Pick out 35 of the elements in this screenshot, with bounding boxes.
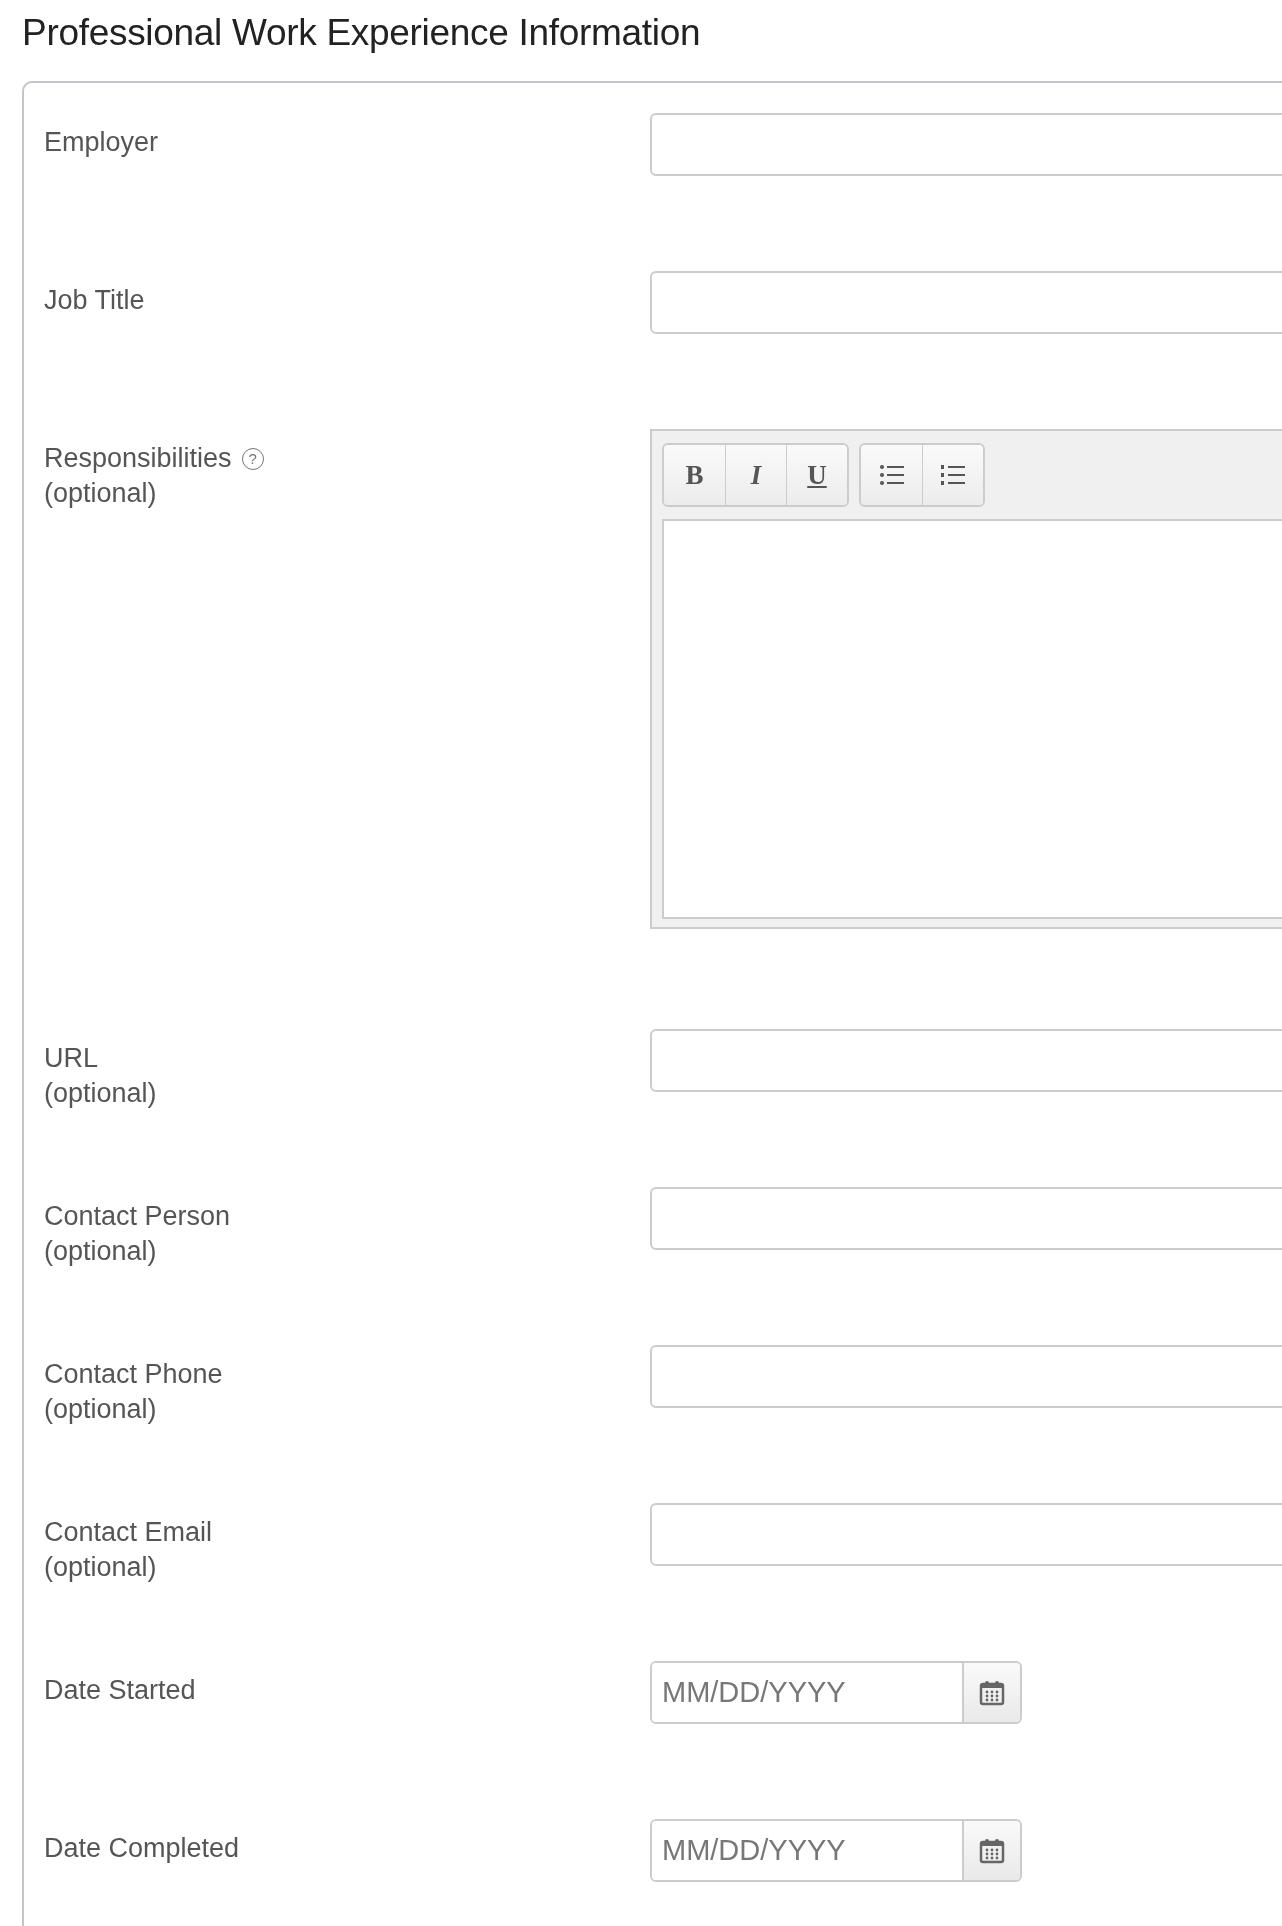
numbered-list-icon: [940, 464, 966, 486]
text-field[interactable]: [650, 1503, 1282, 1566]
optional-hint: (optional): [44, 1551, 158, 1584]
date-field[interactable]: MM/DD/YYYY: [650, 1819, 1022, 1882]
field-label: Employer: [44, 126, 159, 159]
field-label: Contact Phone: [44, 1358, 223, 1391]
calendar-button[interactable]: [962, 1821, 1020, 1880]
numbered-list-button[interactable]: [922, 445, 983, 505]
page-title: Professional Work Experience Information: [21, 11, 702, 55]
text-field[interactable]: [650, 1029, 1282, 1092]
bold-button[interactable]: B: [664, 445, 725, 505]
underline-button[interactable]: U: [786, 445, 847, 505]
field-label: Contact Email: [44, 1516, 213, 1549]
calendar-icon: [979, 1679, 1005, 1706]
field-label: Job Title: [44, 284, 145, 317]
optional-hint: (optional): [44, 1393, 158, 1426]
optional-hint: (optional): [44, 1077, 158, 1110]
text-field[interactable]: [650, 271, 1282, 334]
italic-button[interactable]: I: [725, 445, 786, 505]
field-label: Date Completed: [44, 1832, 240, 1865]
text-area[interactable]: [662, 519, 1282, 919]
optional-hint: (optional): [44, 477, 158, 510]
calendar-button[interactable]: [962, 1663, 1020, 1722]
optional-hint: (optional): [44, 1235, 158, 1268]
text-field[interactable]: [650, 1187, 1282, 1250]
bullet-list-icon: [878, 464, 905, 486]
field-label: Date Started: [44, 1674, 196, 1707]
text-field[interactable]: [650, 113, 1282, 176]
field-label: Responsibilities: [44, 442, 232, 475]
field-label: Contact Person: [44, 1200, 231, 1233]
date-field[interactable]: MM/DD/YYYY: [650, 1661, 1022, 1724]
bullet-list-button[interactable]: [861, 445, 922, 505]
calendar-icon: [979, 1837, 1005, 1864]
text-field[interactable]: [650, 1345, 1282, 1408]
field-label: URL: [44, 1042, 98, 1075]
